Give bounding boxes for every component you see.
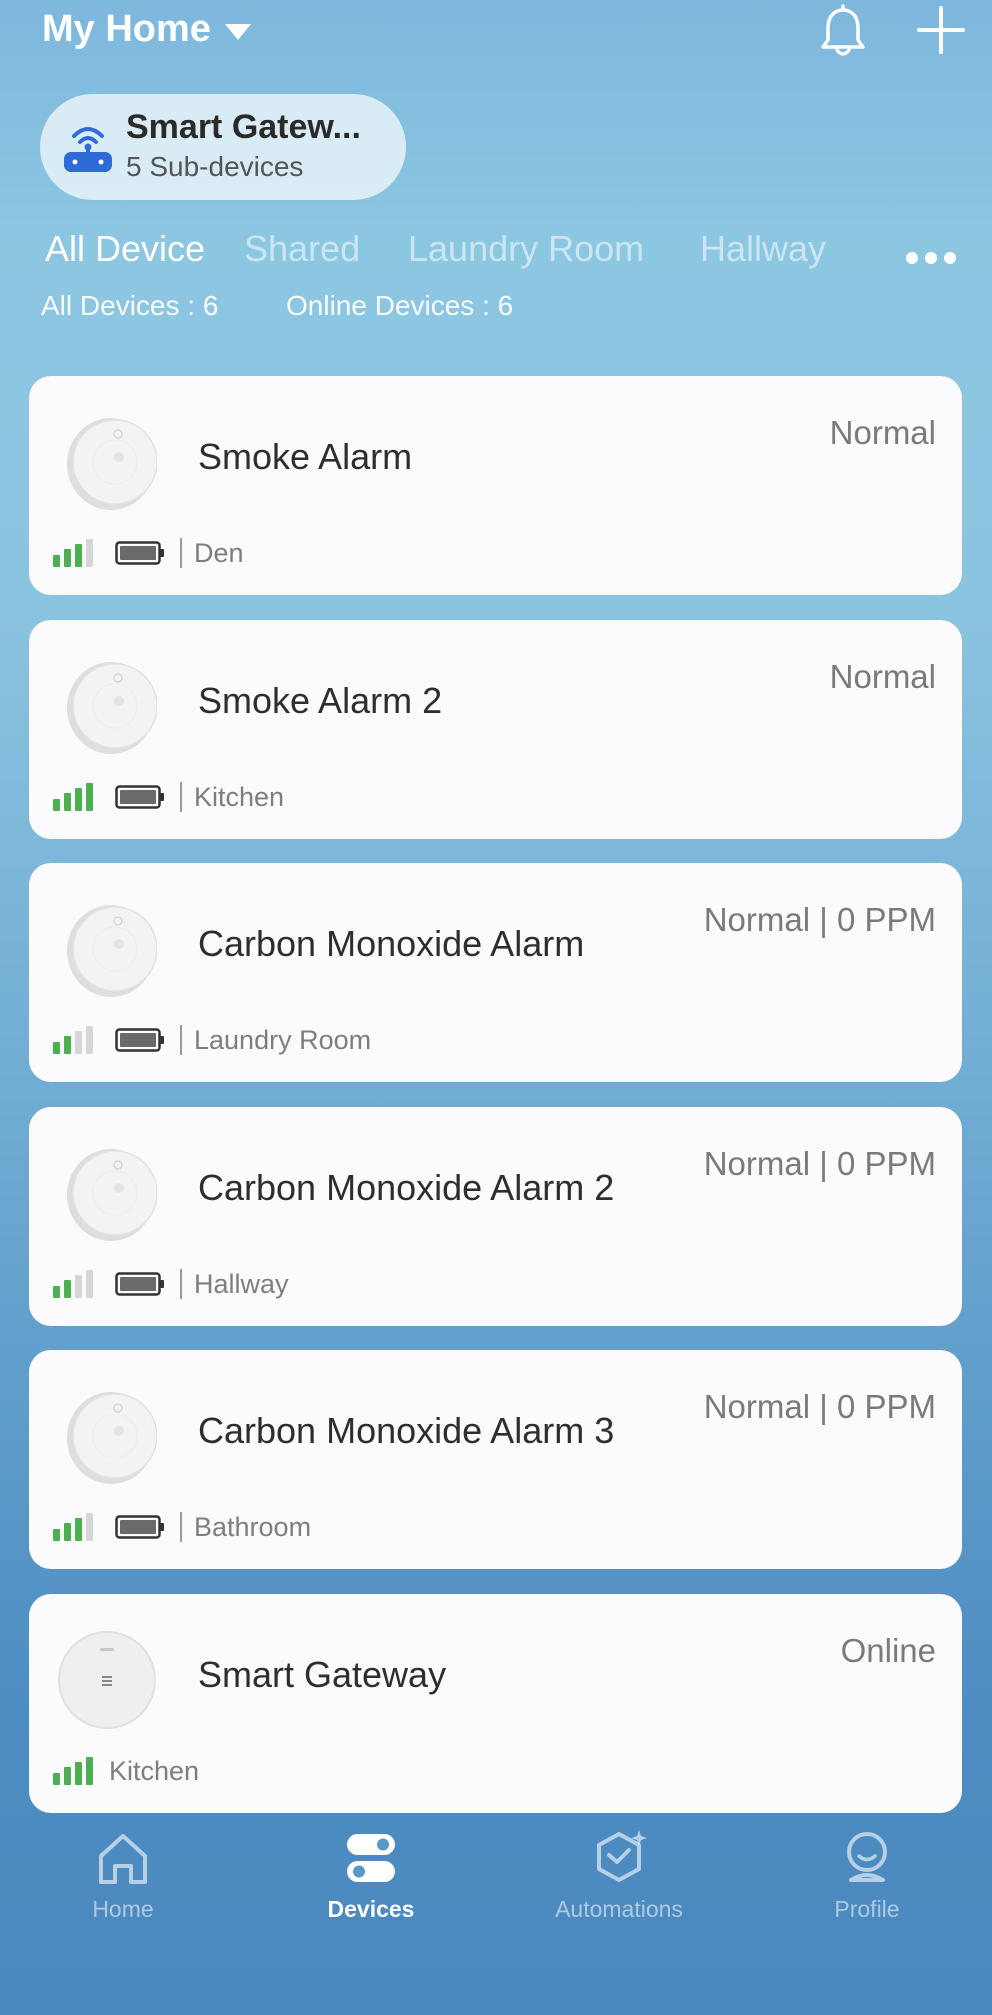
device-status: Normal [829,658,936,695]
profile-icon [847,1832,887,1882]
device-status: Normal | 0 PPM [703,901,936,938]
nav-automations[interactable]: Automations [539,1828,699,1923]
nav-label: Automations [555,1896,683,1922]
tab-hallway[interactable]: Hallway [700,228,826,270]
divider [180,1512,182,1542]
device-card[interactable]: Carbon Monoxide Alarm 3 Normal | 0 PPM B… [29,1350,962,1569]
device-meta: Den [53,538,244,568]
device-name: Carbon Monoxide Alarm 2 [198,1167,615,1208]
home-selector[interactable]: My Home [42,8,251,51]
device-room: Laundry Room [194,1024,372,1055]
battery-icon [115,785,164,809]
signal-strength-icon [53,1513,93,1541]
room-tabs: All Device Shared Laundry Room Hallway [0,228,992,278]
device-card[interactable]: Smart Gateway Online Kitchen [29,1594,962,1813]
device-room: Kitchen [109,1755,200,1786]
device-meta: Hallway [53,1269,289,1299]
nav-label: Devices [327,1896,415,1922]
battery-icon [115,1272,164,1296]
all-devices-count: All Devices : 6 [41,290,219,321]
divider [180,1025,182,1055]
automations-icon [597,1830,647,1882]
device-name: Smoke Alarm 2 [198,680,443,721]
signal-strength-icon [53,1757,93,1785]
top-bar: My Home [0,0,992,70]
co-alarm-icon [67,1392,157,1484]
device-meta: Kitchen [53,782,284,812]
gateway-router-icon [64,127,112,172]
divider [180,782,182,812]
device-name: Smart Gateway [198,1654,447,1695]
device-room: Kitchen [194,781,285,812]
smoke-alarm-icon [67,418,157,510]
device-card[interactable]: Smoke Alarm Normal Den [29,376,962,595]
battery-icon [115,541,164,565]
device-room: Bathroom [194,1511,312,1542]
gateway-icon [58,1631,156,1729]
devices-icon [347,1834,395,1882]
device-meta: Kitchen [53,1756,199,1786]
nav-profile[interactable]: Profile [787,1828,947,1923]
home-title: My Home [42,8,211,50]
nav-label: Profile [834,1896,900,1922]
signal-strength-icon [53,539,93,567]
nav-label: Home [92,1896,154,1922]
co-alarm-icon [67,905,157,997]
battery-icon [115,1028,164,1052]
bell-icon[interactable] [818,4,868,60]
gateway-selector[interactable]: Smart Gatew... 5 Sub-devices [40,94,406,200]
tab-all-device[interactable]: All Device [45,228,205,270]
co-alarm-icon [67,1149,157,1241]
device-card[interactable]: Smoke Alarm 2 Normal Kitchen [29,620,962,839]
bottom-nav: Home Devices Automations Profile [0,1828,992,1948]
nav-home[interactable]: Home [43,1828,203,1923]
battery-icon [115,1515,164,1539]
signal-strength-icon [53,1026,93,1054]
online-devices-count: Online Devices : 6 [286,290,514,321]
gateway-subdevice-count: 5 Sub-devices [126,151,304,182]
smoke-alarm-icon [67,662,157,754]
device-room: Den [194,537,244,568]
tab-laundry-room[interactable]: Laundry Room [408,228,644,270]
device-status: Normal | 0 PPM [703,1388,936,1425]
divider [180,1269,182,1299]
device-name: Carbon Monoxide Alarm 3 [198,1410,615,1451]
add-device-icon[interactable] [915,4,967,56]
tab-shared[interactable]: Shared [244,228,360,270]
device-name: Carbon Monoxide Alarm [198,923,585,964]
gateway-name: Smart Gatew... [126,108,361,146]
device-status: Normal [829,414,936,451]
device-room: Hallway [194,1268,289,1299]
device-card[interactable]: Carbon Monoxide Alarm 2 Normal | 0 PPM H… [29,1107,962,1326]
device-status: Online [840,1632,936,1669]
caret-down-icon [224,23,251,40]
divider [180,538,182,568]
signal-strength-icon [53,1270,93,1298]
more-tabs-icon[interactable] [906,252,956,266]
device-meta: Laundry Room [53,1025,371,1055]
nav-devices[interactable]: Devices [291,1828,451,1923]
device-name: Smoke Alarm [198,436,413,477]
device-meta: Bathroom [53,1512,311,1542]
device-status: Normal | 0 PPM [703,1145,936,1182]
home-icon [99,1834,147,1884]
signal-strength-icon [53,783,93,811]
device-card[interactable]: Carbon Monoxide Alarm Normal | 0 PPM Lau… [29,863,962,1082]
